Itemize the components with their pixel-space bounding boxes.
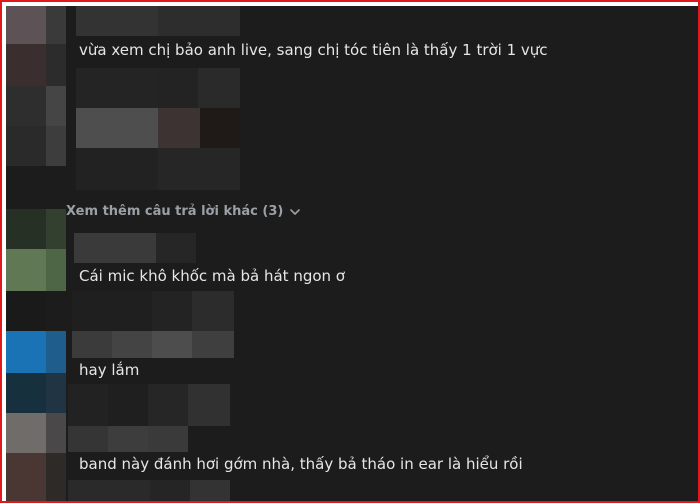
comment-text: hay lắm [79,361,140,379]
comment-text: band này đánh hơi gớm nhà, thấy bả tháo … [79,455,523,473]
chevron-down-icon [289,206,301,218]
image-frame: vừa xem chị bảo anh live, sang chị tóc t… [0,0,700,503]
comment-panel: vừa xem chị bảo anh live, sang chị tóc t… [6,6,698,501]
more-replies-link[interactable]: Xem thêm câu trả lời khác (3) [66,203,301,221]
comment-text: vừa xem chị bảo anh live, sang chị tóc t… [79,41,548,59]
comment-text: Cái mic khô khốc mà bả hát ngon ơ [79,267,345,285]
more-replies-label: Xem thêm câu trả lời khác (3) [66,204,284,219]
